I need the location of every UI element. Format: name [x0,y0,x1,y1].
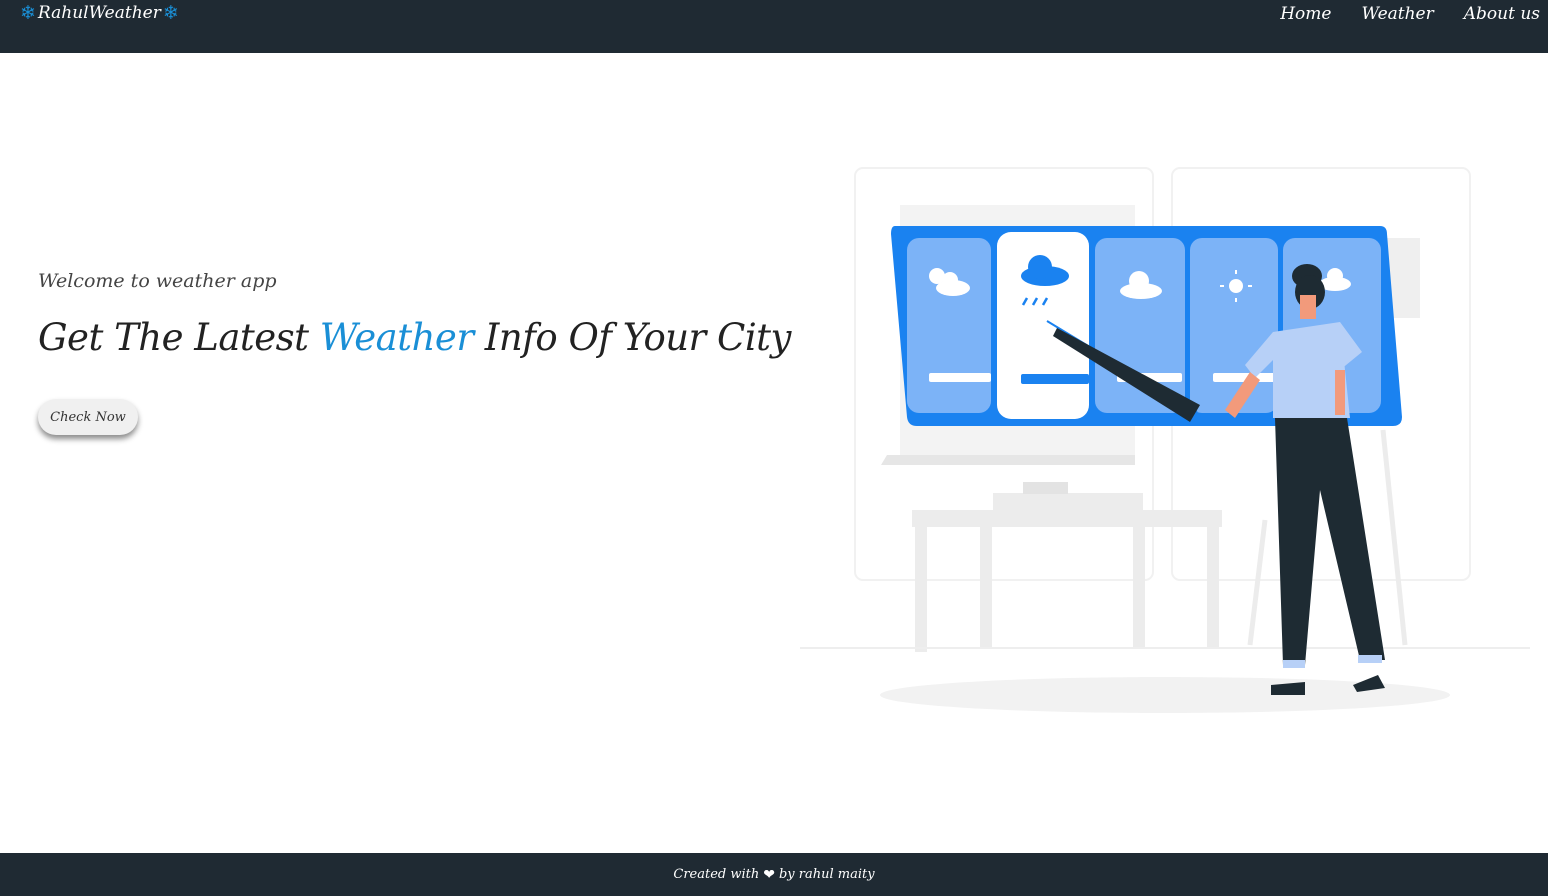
footer-prefix: Created with [673,867,760,882]
headline-accent: Weather [319,316,474,359]
footer-author: by rahul maity [778,867,875,882]
headline-start: Get The Latest [38,316,320,359]
nav-home-link[interactable]: Home [1280,4,1331,24]
snowflake-icon: ❄ [162,1,179,24]
hero-section: Welcome to weather app Get The Latest We… [38,270,791,435]
footer: Created with ❤ by rahul maity [0,853,1548,896]
hero-headline: Get The Latest Weather Info Of Your City [38,316,791,359]
navbar: ❄ RahulWeather ❄ Home Weather About us [0,0,1548,53]
brand-name: RahulWeather [37,3,161,23]
brand-link[interactable]: ❄ RahulWeather ❄ [20,3,179,23]
heart-icon: ❤ [763,866,775,883]
check-now-button[interactable]: Check Now [38,399,138,435]
weather-forecast-illustration [800,167,1530,713]
snowflake-icon: ❄ [20,1,36,24]
welcome-text: Welcome to weather app [38,270,277,292]
headline-end: Info Of Your City [473,316,792,359]
nav-links: Home Weather About us [1280,4,1540,24]
nav-about-link[interactable]: About us [1464,4,1540,24]
nav-weather-link[interactable]: Weather [1361,4,1433,24]
